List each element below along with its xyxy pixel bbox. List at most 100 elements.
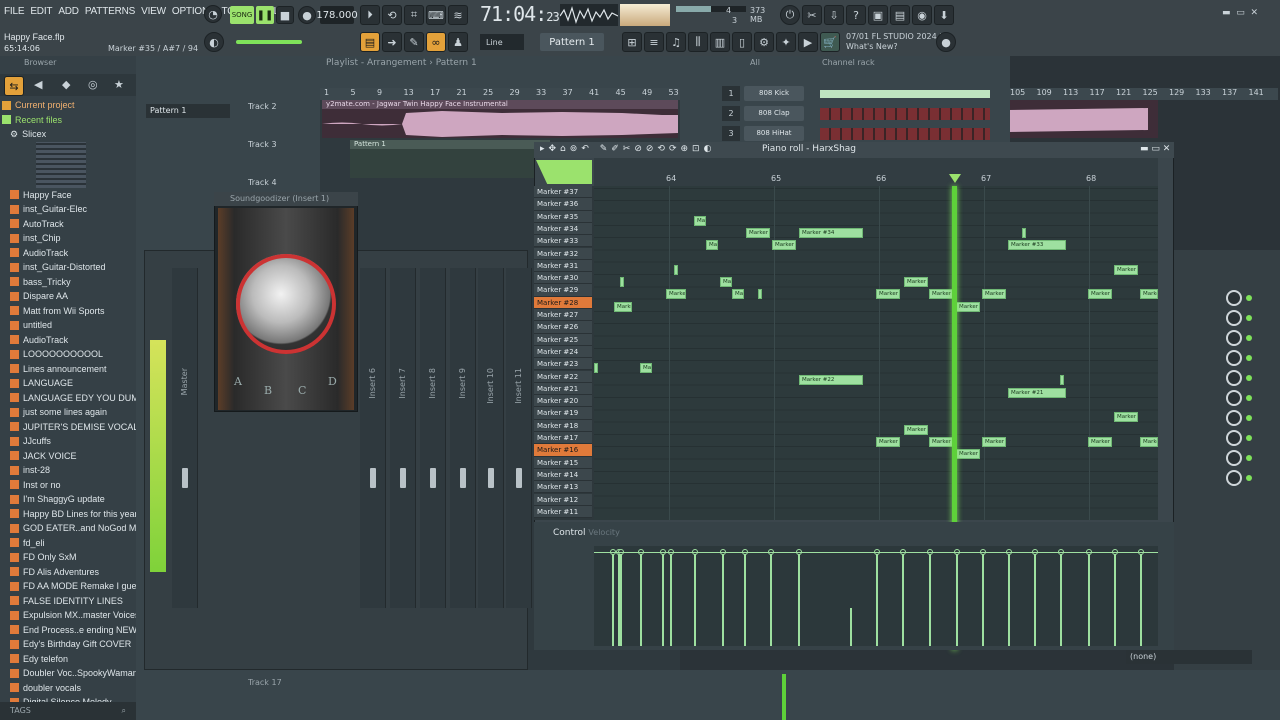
draw-tool-icon[interactable]: ✎ bbox=[404, 32, 424, 52]
piano-key[interactable]: Marker #37 bbox=[534, 186, 592, 199]
note[interactable] bbox=[1060, 375, 1064, 385]
piano-key[interactable]: Marker #24 bbox=[534, 345, 592, 359]
target-field[interactable]: (none) bbox=[1126, 650, 1252, 664]
note[interactable] bbox=[674, 265, 678, 275]
browser-star-icon[interactable]: ★ bbox=[114, 78, 124, 91]
export-icon[interactable]: ▤ bbox=[890, 5, 910, 25]
piano-key[interactable]: Marker #20 bbox=[534, 395, 592, 408]
piano-roll-tools-icon[interactable]: ▸✥⌂⊚↶ ✎✐✂⊘⊘⟲⟳⊕⊡◐ bbox=[540, 144, 715, 154]
piano-key[interactable]: Marker #16 bbox=[534, 444, 592, 457]
note[interactable]: Marke bbox=[1140, 437, 1158, 447]
velocity-bar[interactable] bbox=[660, 549, 666, 646]
arrow-tool-icon[interactable]: ➜ bbox=[382, 32, 402, 52]
browser-plugin-icon[interactable]: ◆ bbox=[62, 78, 70, 91]
stamp-icon[interactable]: ♟ bbox=[448, 32, 468, 52]
video-icon[interactable]: ▶ bbox=[798, 32, 818, 52]
piano-roll-ruler[interactable]: 64 65 66 67 68 bbox=[594, 174, 1158, 186]
menu-view[interactable]: VIEW bbox=[141, 6, 166, 17]
piano-key[interactable]: Marker #35 bbox=[534, 210, 592, 223]
record-button[interactable]: ● bbox=[298, 6, 316, 24]
browser-file-item[interactable]: JACK VOICE bbox=[2, 449, 136, 464]
browser-icon[interactable]: ▯ bbox=[732, 32, 752, 52]
browser-file-item[interactable]: AudioTrack bbox=[2, 333, 136, 348]
browser-file-item[interactable]: inst_Chip bbox=[2, 231, 136, 246]
channel-button[interactable]: 808 Kick bbox=[744, 86, 804, 101]
piano-roll-overview[interactable] bbox=[594, 158, 1158, 174]
help-icon[interactable]: ? bbox=[846, 5, 866, 25]
browser-file-item[interactable]: FALSE IDENTITY LINES bbox=[2, 594, 136, 609]
stop-button[interactable]: ■ bbox=[276, 6, 294, 24]
browser-file-item[interactable]: Happy Face bbox=[2, 188, 136, 203]
piano-key[interactable]: Marker #25 bbox=[534, 333, 592, 346]
piano-key[interactable]: Marker #11 bbox=[534, 505, 592, 519]
note[interactable]: Marker # bbox=[1088, 437, 1112, 447]
preset-d-button[interactable]: D bbox=[328, 375, 337, 388]
browser-file-item[interactable]: Edy telefon bbox=[2, 652, 136, 667]
link-icon[interactable]: ∞ bbox=[426, 32, 446, 52]
channel-button[interactable]: 808 HiHat bbox=[744, 126, 804, 141]
note[interactable]: Marker # bbox=[982, 437, 1006, 447]
browser-file-item[interactable]: Matt from Wii Sports bbox=[2, 304, 136, 319]
browser-file-item[interactable]: Edy's Birthday Gift COVER bbox=[2, 637, 136, 652]
send-knob[interactable] bbox=[1226, 410, 1242, 426]
channel-button[interactable]: 808 Clap bbox=[744, 106, 804, 121]
snap-select[interactable]: Line bbox=[480, 34, 524, 50]
velocity-bar[interactable] bbox=[618, 549, 624, 646]
new-pattern-icon[interactable]: ⊞ bbox=[622, 32, 642, 52]
menu-edit[interactable]: EDIT bbox=[30, 6, 52, 17]
velocity-bar[interactable] bbox=[692, 549, 698, 646]
master-pitch-slider[interactable] bbox=[236, 40, 302, 44]
note[interactable]: Marker # bbox=[904, 277, 928, 287]
browser-file-item[interactable]: Doubler Voc..SpookyWaman bbox=[2, 666, 136, 681]
news-panel[interactable]: 07/01 FL STUDIO 2024 | What's New? bbox=[846, 32, 942, 52]
note[interactable] bbox=[594, 363, 598, 373]
browser-file-item[interactable]: Happy BD Lines for this year bbox=[2, 507, 136, 522]
note[interactable]: Marker # bbox=[929, 289, 953, 299]
note[interactable] bbox=[758, 289, 762, 299]
send-knob[interactable] bbox=[1226, 450, 1242, 466]
song-position-clock[interactable]: 71:04:23 bbox=[480, 2, 560, 30]
velocity-bar[interactable] bbox=[610, 549, 616, 646]
browser-file-item[interactable]: inst_Guitar-Distorted bbox=[2, 260, 136, 275]
save-icon[interactable]: ▣ bbox=[868, 5, 888, 25]
velocity-bar[interactable] bbox=[980, 549, 986, 646]
mixer-toggle-icon[interactable]: ✂ bbox=[802, 5, 822, 25]
countdown-icon[interactable]: ≋ bbox=[448, 5, 468, 25]
current-project-item[interactable]: Current project bbox=[2, 98, 136, 113]
volume-fader[interactable] bbox=[182, 468, 188, 488]
piano-key[interactable]: Marker #21 bbox=[534, 382, 592, 396]
typing-keyboard-icon[interactable]: ⌨ bbox=[426, 5, 446, 25]
note[interactable]: Marker # bbox=[746, 228, 770, 238]
send-knob[interactable] bbox=[1226, 310, 1242, 326]
piano-key[interactable]: Marker #30 bbox=[534, 272, 592, 285]
browser-file-item[interactable]: FD Only SxM bbox=[2, 550, 136, 565]
send-knob[interactable] bbox=[1226, 370, 1242, 386]
channel-filter[interactable]: All bbox=[750, 58, 760, 67]
note[interactable] bbox=[620, 277, 624, 287]
browser-file-item[interactable]: doubler vocals bbox=[2, 681, 136, 696]
piano-key[interactable]: Marker #28 bbox=[534, 296, 592, 309]
send-knob[interactable] bbox=[1226, 470, 1242, 486]
note[interactable]: Marker # bbox=[1140, 289, 1158, 299]
note[interactable]: Marker # bbox=[1114, 265, 1138, 275]
velocity-bar[interactable] bbox=[668, 549, 674, 646]
piano-key[interactable]: Marker #26 bbox=[534, 321, 592, 334]
step-edit-icon[interactable]: ⌗ bbox=[404, 5, 424, 25]
browser-file-item[interactable]: AutoTrack bbox=[2, 217, 136, 232]
browser-file-item[interactable]: untitled bbox=[2, 318, 136, 333]
note[interactable]: Marker #33 bbox=[1008, 240, 1066, 250]
piano-roll-icon[interactable]: ♫ bbox=[666, 32, 686, 52]
mixer-icon[interactable]: ⫼ bbox=[688, 32, 708, 52]
velocity-lane[interactable] bbox=[594, 546, 1158, 646]
browser-file-item[interactable]: bass_Tricky bbox=[2, 275, 136, 290]
note[interactable]: Marku bbox=[614, 302, 632, 312]
send-knob[interactable] bbox=[1226, 390, 1242, 406]
volume-fader[interactable] bbox=[516, 468, 522, 488]
browser-file-item[interactable]: inst_Guitar-Elec bbox=[2, 202, 136, 217]
send-knob[interactable] bbox=[1226, 430, 1242, 446]
playlist-ruler-right[interactable]: 105 109 113 117 121 125 129 133 137 141 bbox=[1008, 88, 1278, 100]
browser-file-item[interactable]: FD AA MODE Remake I guess bbox=[2, 579, 136, 594]
piano-key[interactable]: Marker #34 bbox=[534, 222, 592, 236]
menu-add[interactable]: ADD bbox=[58, 6, 79, 17]
volume-fader[interactable] bbox=[400, 468, 406, 488]
